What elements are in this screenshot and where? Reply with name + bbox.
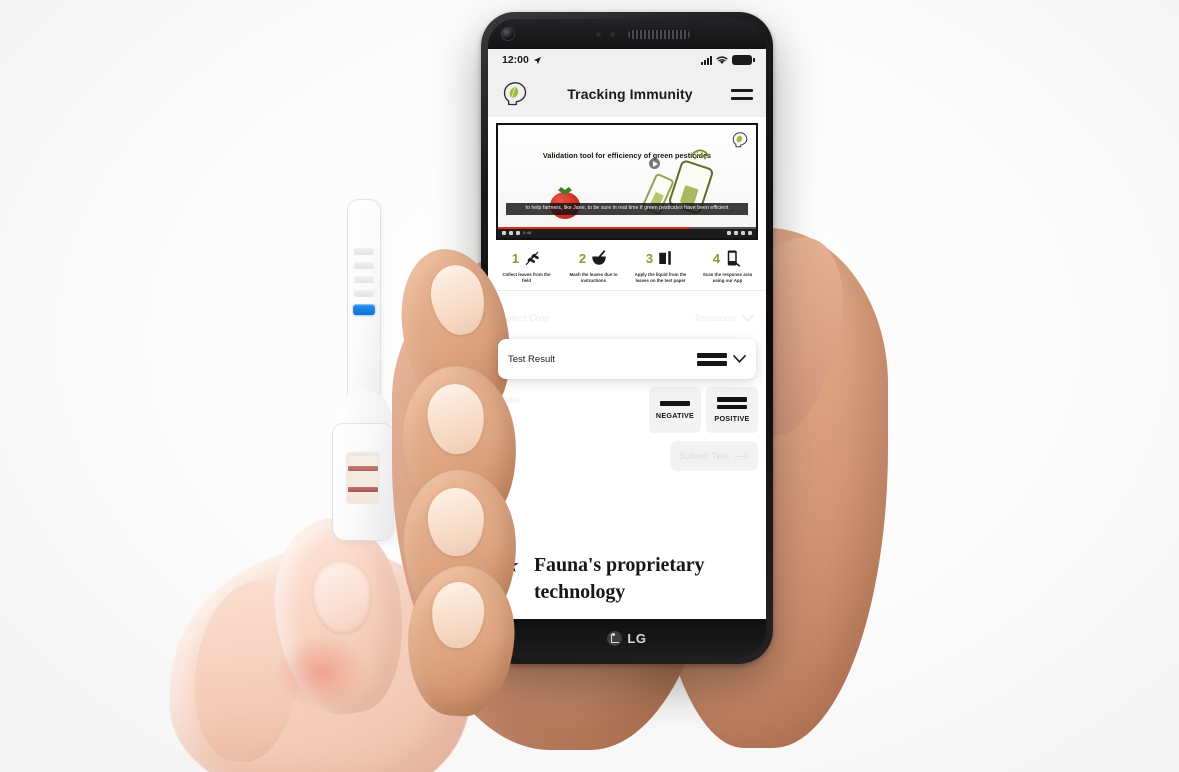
video-headline: Validation tool for efficiency of green …: [542, 151, 712, 160]
instruction-steps: 1 Collect leaves from the field 2 Mash t…: [488, 240, 766, 292]
step-number: 4: [712, 250, 721, 266]
play-icon[interactable]: [649, 158, 660, 169]
result-option-positive[interactable]: POSITIVE: [706, 387, 758, 434]
captions-icon: [727, 230, 731, 235]
video-caption: to help farmers, like Jane, to be sure i…: [506, 203, 748, 215]
lg-brand-label: LG: [627, 630, 647, 646]
select-crop-row[interactable]: Select Crop Tomatoes: [500, 301, 754, 335]
phone-bottom-chin: LG: [488, 619, 766, 657]
volume-icon: [516, 230, 520, 235]
test-result-label: Test Result: [508, 353, 555, 365]
step-text: Collect leaves from the field: [502, 272, 551, 284]
lg-logo-icon: [607, 630, 623, 646]
test-strip-grip-ridge: [354, 261, 374, 269]
test-result-row[interactable]: Test Result: [498, 339, 756, 380]
two-bars-positive-icon: [717, 397, 747, 410]
signal-bars-icon: [701, 55, 712, 65]
test-strip-control-line: [348, 487, 378, 492]
phone-top-bezel: [488, 19, 766, 49]
chevron-down-icon[interactable]: [733, 355, 746, 364]
test-strip-blue-indicator: [353, 304, 375, 315]
result-option-negative[interactable]: NEGATIVE: [649, 387, 701, 434]
earpiece-speaker: [628, 30, 690, 39]
step-item: 2 Mash the leaves due to instructions: [561, 247, 626, 284]
test-strip-result-line: [348, 466, 378, 471]
status-bar: 12:00: [488, 49, 766, 71]
step-text: Apply the liquid from the leaves on the …: [634, 272, 687, 284]
step-number: 3: [645, 250, 654, 266]
status-bar-right: [701, 55, 755, 65]
player-left-controls[interactable]: 0:46: [502, 230, 532, 235]
step-item: 1 Collect leaves from the field: [494, 247, 559, 284]
submit-test-label: Submit Test: [678, 451, 730, 462]
two-bars-positive-icon: [697, 352, 727, 366]
select-crop-value: Tomatoes: [693, 312, 735, 324]
step-number: 1: [511, 250, 520, 266]
phone-inner-frame: 12:00 Tracking Immunity Validation tool …: [488, 19, 766, 657]
select-crop-value-group[interactable]: Tomatoes: [694, 313, 754, 324]
test-strip-result-window: [346, 452, 380, 504]
settings-gear-icon: [734, 230, 738, 235]
lateral-flow-test-strip: [332, 200, 394, 540]
front-camera-icon: [502, 28, 514, 40]
positive-label: POSITIVE: [714, 414, 750, 424]
video-progress-bar[interactable]: [498, 227, 756, 229]
promo-banner: ★ Fauna's proprietary technology: [502, 552, 754, 605]
proximity-sensor-icon: [596, 32, 601, 37]
step-text: Scan the response area using our App: [702, 272, 753, 284]
fauna-leaf-head-logo: [503, 82, 527, 106]
smartphone-device: 12:00 Tracking Immunity Validation tool …: [481, 12, 773, 664]
video-stage[interactable]: Validation tool for efficiency of green …: [498, 125, 756, 227]
promo-video-card[interactable]: Validation tool for efficiency of green …: [496, 123, 758, 240]
result-options-group[interactable]: NEGATIVE POSITIVE: [649, 387, 758, 434]
next-icon: [509, 230, 513, 235]
scene-root: 12:00 Tracking Immunity Validation tool …: [0, 0, 1179, 772]
play-pause-icon: [502, 230, 506, 235]
location-arrow-icon: [533, 56, 541, 64]
video-wifi-icon: [691, 149, 709, 160]
miniplayer-icon: [741, 230, 745, 235]
one-bar-negative-icon: [660, 401, 690, 406]
arrow-right-icon: [735, 452, 749, 460]
hamburger-menu-icon[interactable]: [731, 88, 753, 100]
mortar-pestle-icon: [592, 250, 606, 265]
light-sensor-icon: [610, 32, 615, 37]
step-number: 2: [578, 250, 587, 266]
app-header: Tracking Immunity: [488, 71, 766, 117]
video-elapsed-time: 0:46: [523, 230, 532, 235]
test-strip-grip-ridge: [354, 247, 374, 255]
page-title: Tracking Immunity: [567, 86, 693, 102]
step-text: Mash the leaves due to instructions: [569, 272, 618, 284]
submit-test-button[interactable]: Submit Test: [670, 441, 758, 472]
test-strip-grip-ridge: [354, 275, 374, 283]
battery-full-icon: [732, 55, 755, 65]
select-crop-label: Select Crop: [500, 312, 550, 324]
phone-screen: 12:00 Tracking Immunity Validation tool …: [488, 49, 766, 619]
step-head: 4: [713, 247, 742, 269]
leaf-branch-icon: [525, 251, 539, 266]
fullscreen-icon: [748, 230, 752, 235]
test-strip-grip-ridge: [354, 289, 374, 297]
pipette-test-paper-icon: [659, 251, 671, 265]
test-result-value-group[interactable]: [697, 352, 746, 366]
status-bar-left: 12:00: [502, 54, 542, 66]
player-right-controls[interactable]: [727, 230, 752, 235]
promo-text: Fauna's proprietary technology: [533, 554, 705, 603]
step-head: 1: [512, 247, 541, 269]
fauna-leaf-head-logo: [732, 132, 748, 148]
wifi-icon: [716, 56, 728, 65]
step-item: 4 Scan the response area using our App: [695, 247, 760, 284]
step-head: 2: [579, 247, 608, 269]
status-time: 12:00: [502, 54, 529, 66]
negative-label: NEGATIVE: [655, 410, 695, 420]
video-player-controls[interactable]: 0:46: [498, 227, 756, 238]
step-item: 3 Apply the liquid from the leaves on th…: [628, 247, 693, 284]
left-hand-shading: [276, 635, 368, 709]
phone-scan-icon: [727, 250, 741, 267]
test-entry-form: Select Crop Tomatoes Test Result Date NE…: [488, 291, 766, 619]
chevron-down-icon[interactable]: [741, 314, 754, 323]
step-head: 3: [646, 247, 675, 269]
